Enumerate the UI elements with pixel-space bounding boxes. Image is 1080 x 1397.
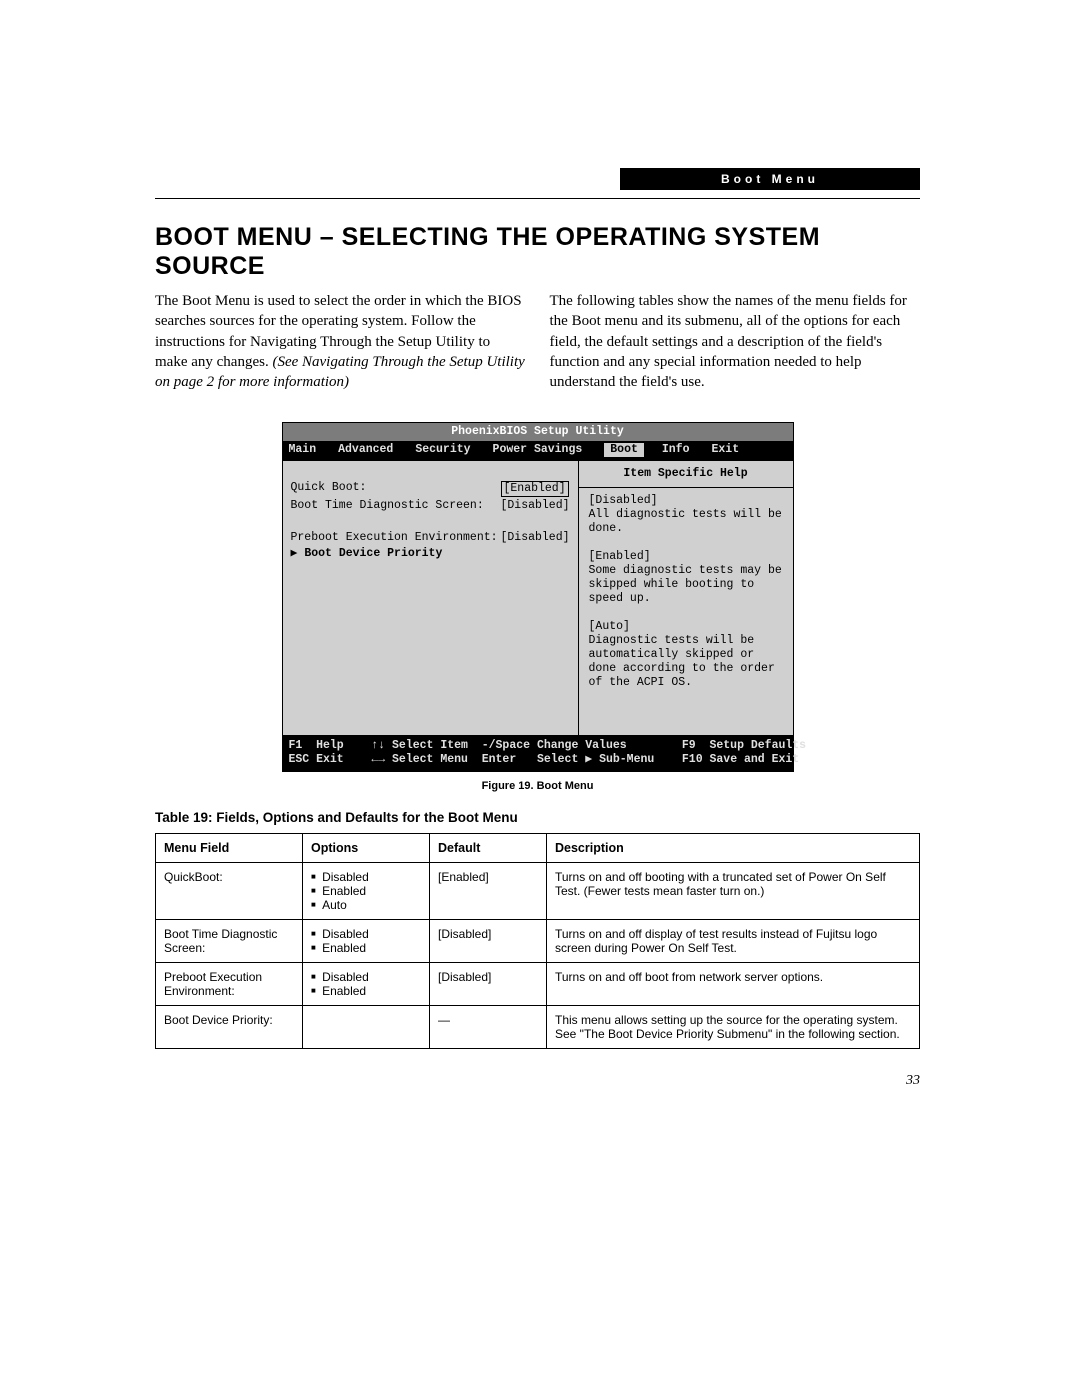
bios-help-body: [Disabled] All diagnostic tests will be … xyxy=(579,488,793,696)
intro-right-text: The following tables show the names of t… xyxy=(550,291,921,392)
bios-title-bar: PhoenixBIOS Setup Utility xyxy=(283,423,793,441)
cell-description: Turns on and off display of test results… xyxy=(547,920,920,963)
cell-description: Turns on and off boot from network serve… xyxy=(547,963,920,1006)
bios-row-label: Quick Boot: xyxy=(291,481,501,497)
bios-row-value: [Disabled] xyxy=(501,531,570,545)
bios-tab-bar: Main Advanced Security Power Savings Boo… xyxy=(283,441,793,460)
bios-settings-list: Quick Boot: [Enabled] Boot Time Diagnost… xyxy=(283,461,579,735)
cell-options: DisabledEnabledAuto xyxy=(303,863,430,920)
bios-tab-main: Main xyxy=(289,443,317,457)
cell-options: DisabledEnabled xyxy=(303,963,430,1006)
option-item: Disabled xyxy=(311,927,421,941)
option-item: Enabled xyxy=(311,941,421,955)
bios-row-submenu: ▶ Boot Device Priority xyxy=(291,547,501,561)
th-menu-field: Menu Field xyxy=(156,834,303,863)
th-description: Description xyxy=(547,834,920,863)
cell-options: DisabledEnabled xyxy=(303,920,430,963)
bios-screenshot: PhoenixBIOS Setup Utility Main Advanced … xyxy=(282,422,794,772)
option-item: Enabled xyxy=(311,884,421,898)
cell-field: Preboot Execution Environment: xyxy=(156,963,303,1006)
bios-tab-exit: Exit xyxy=(711,443,739,457)
bios-row-value-selected: [Enabled] xyxy=(501,481,569,497)
section-header-bar: Boot Menu xyxy=(620,168,920,190)
th-default: Default xyxy=(430,834,547,863)
cell-field: Boot Time Diagnostic Screen: xyxy=(156,920,303,963)
table-row: Preboot Execution Environment:DisabledEn… xyxy=(156,963,920,1006)
bios-help-title: Item Specific Help xyxy=(579,461,793,488)
bios-row-label: Preboot Execution Environment: xyxy=(291,531,501,545)
bios-tab-power: Power Savings xyxy=(493,443,583,457)
fields-table: Menu Field Options Default Description Q… xyxy=(155,833,920,1049)
th-options: Options xyxy=(303,834,430,863)
cell-default: [Disabled] xyxy=(430,963,547,1006)
page-title: BOOT MENU – SELECTING THE OPERATING SYST… xyxy=(155,223,920,281)
option-item: Auto xyxy=(311,898,421,912)
cell-description: This menu allows setting up the source f… xyxy=(547,1006,920,1049)
bios-row-value: [Disabled] xyxy=(501,499,570,513)
table-row: QuickBoot:DisabledEnabledAuto[Enabled]Tu… xyxy=(156,863,920,920)
bios-footer: F1 Help ↑↓ Select Item -/Space Change Va… xyxy=(283,736,793,771)
bios-footer-line2: ESC Exit ←→ Select Menu Enter Select ▶ S… xyxy=(289,753,800,766)
table-row: Boot Time Diagnostic Screen:DisabledEnab… xyxy=(156,920,920,963)
figure-caption: Figure 19. Boot Menu xyxy=(155,780,920,792)
cell-default: — xyxy=(430,1006,547,1049)
option-item: Enabled xyxy=(311,984,421,998)
option-item: Disabled xyxy=(311,870,421,884)
cell-options xyxy=(303,1006,430,1049)
bios-tab-info: Info xyxy=(662,443,690,457)
option-item: Disabled xyxy=(311,970,421,984)
cell-field: QuickBoot: xyxy=(156,863,303,920)
bios-tab-advanced: Advanced xyxy=(338,443,393,457)
cell-default: [Disabled] xyxy=(430,920,547,963)
table-title: Table 19: Fields, Options and Defaults f… xyxy=(155,810,920,825)
cell-description: Turns on and off booting with a truncate… xyxy=(547,863,920,920)
horizontal-rule xyxy=(155,198,920,199)
intro-columns: The Boot Menu is used to select the orde… xyxy=(155,291,920,392)
bios-tab-security: Security xyxy=(415,443,470,457)
cell-default: [Enabled] xyxy=(430,863,547,920)
bios-tab-boot: Boot xyxy=(604,443,644,457)
table-row: Boot Device Priority: —This menu allows s… xyxy=(156,1006,920,1049)
page-number: 33 xyxy=(906,1073,920,1089)
bios-row-label: Boot Time Diagnostic Screen: xyxy=(291,499,501,513)
bios-footer-line1: F1 Help ↑↓ Select Item -/Space Change Va… xyxy=(289,739,807,752)
cell-field: Boot Device Priority: xyxy=(156,1006,303,1049)
